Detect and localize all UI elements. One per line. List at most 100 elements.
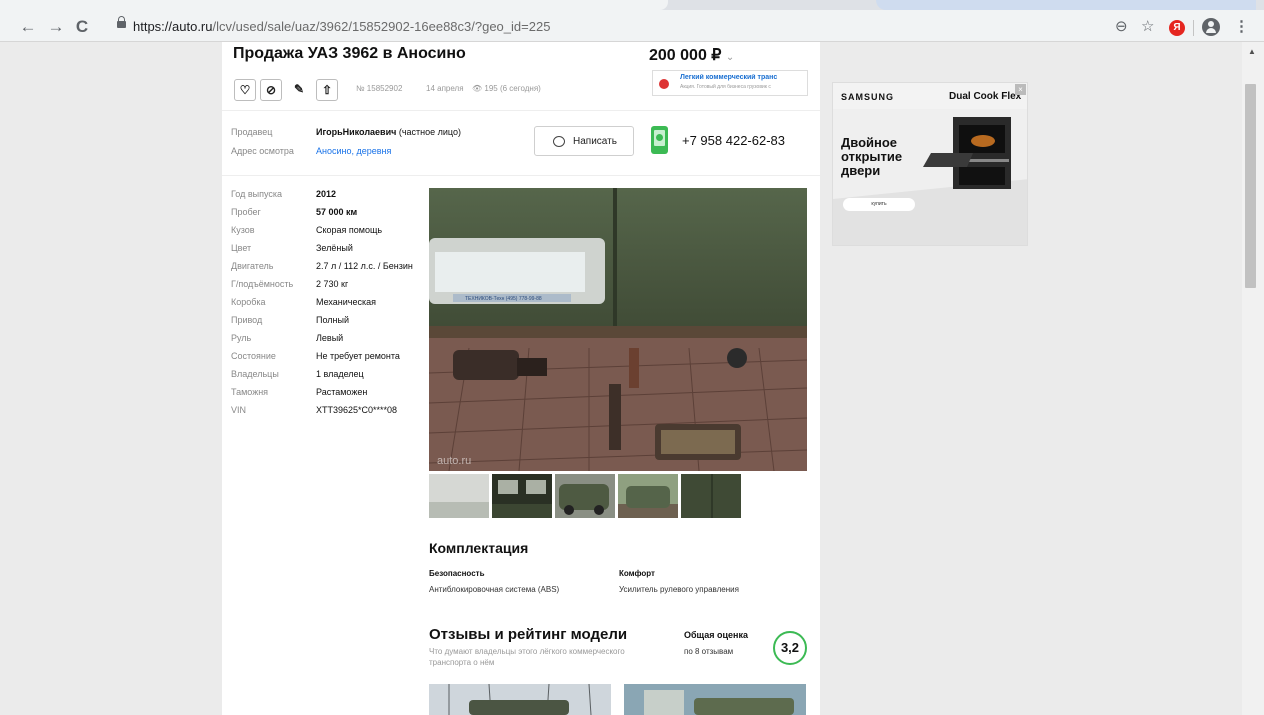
spec-label: Состояние [231, 351, 276, 361]
spec-label: Владельцы [231, 369, 279, 379]
spec-label: Таможня [231, 387, 269, 397]
samsung-ad[interactable]: SAMSUNG Dual Cook Flex × Двойное открыти… [832, 82, 1028, 246]
rating-score-badge: 3,2 [773, 631, 807, 665]
profile-avatar-icon[interactable] [1202, 18, 1220, 36]
equipment-group-title: Безопасность [429, 569, 485, 578]
spec-label: Коробка [231, 297, 266, 307]
ad-pitch: Двойное открытие двери [841, 135, 903, 178]
seller-name-text: ИгорьНиколаевич [316, 127, 397, 137]
write-button-label: Написать [573, 136, 617, 147]
main-photo[interactable]: ТЕХНИКОВ-Техн (495) 778-99-88 auto.ru [429, 188, 807, 471]
price-value: 200 000 ₽ [649, 47, 722, 64]
listing-number: № 15852902 [356, 84, 403, 93]
thumbnail[interactable] [429, 474, 489, 518]
seller-type: (частное лицо) [396, 127, 461, 137]
spec-value: XTT39625*C0****08 [316, 405, 398, 415]
tab-strip [0, 0, 1264, 10]
forward-icon[interactable]: → [46, 17, 66, 37]
equipment-heading: Комплектация [429, 540, 529, 556]
overall-rating-label: Общая оценка [684, 630, 749, 640]
browser-menu-icon[interactable]: ⋮ [1234, 18, 1249, 36]
spec-value: Скорая помощь [316, 225, 383, 235]
spec-value: Полный [316, 315, 349, 325]
note-button[interactable]: ✎ [288, 79, 310, 101]
address-bar[interactable]: https://auto.ru/lcv/used/sale/uaz/3962/1… [101, 16, 1141, 38]
spec-label: Цвет [231, 243, 252, 253]
inactive-tab[interactable] [876, 0, 1256, 10]
ad-product: Dual Cook Flex [949, 91, 1022, 102]
divider [222, 110, 820, 111]
seller-name: ИгорьНиколаевич (частное лицо) [316, 127, 461, 137]
photo-watermark: auto.ru [437, 455, 471, 467]
address-label: Адрес осмотра [231, 146, 294, 156]
browser-toolbar: ← → C https://auto.ru/lcv/used/sale/uaz/… [0, 0, 1264, 42]
write-message-button[interactable]: Написать [534, 126, 634, 156]
spec-value: Растаможен [316, 387, 368, 397]
views-text: 195 (6 сегодня) [484, 84, 541, 93]
divider [222, 175, 820, 176]
url-host: https://auto.ru [133, 19, 213, 34]
equipment-item: Усилитель рулевого управления [619, 585, 739, 594]
plate-text: ТЕХНИКОВ-Техн (495) 778-99-88 [465, 296, 542, 302]
chevron-down-icon: ⌄ [725, 52, 735, 63]
spec-label: Г/подъёмность [231, 279, 294, 289]
promo-text: Акция. Готовый для бизнеса грузовик с [680, 84, 771, 90]
spec-label: Двигатель [231, 261, 274, 271]
thumbnail[interactable] [618, 474, 678, 518]
vertical-scrollbar[interactable]: ▲ [1242, 42, 1264, 715]
share-button[interactable]: ⇧ [316, 79, 338, 101]
spec-value: Левый [316, 333, 344, 343]
bookmark-star-icon[interactable]: ☆ [1141, 18, 1154, 36]
page-viewport: Продажа УАЗ 3962 в Аносино 200 000 ₽ ⌄ ♡… [0, 42, 1242, 715]
reviews-subtitle-2: транспорта о нём [429, 658, 495, 667]
spec-value: 1 владелец [316, 369, 364, 379]
listing-card: Продажа УАЗ 3962 в Аносино 200 000 ₽ ⌄ ♡… [222, 42, 820, 715]
ad-buy-button[interactable]: купить [843, 198, 915, 211]
listing-title: Продажа УАЗ 3962 в Аносино [233, 45, 466, 62]
spec-label: Руль [231, 333, 252, 343]
spec-label: Год выпуска [231, 189, 282, 199]
spec-value: Зелёный [316, 243, 353, 253]
seller-phone[interactable]: +7 958 422-62-83 [682, 133, 785, 148]
review-photo[interactable] [624, 684, 806, 715]
spec-value: 2.7 л / 112 л.с. / Бензин [316, 261, 413, 271]
eye-icon: 👁 [472, 84, 483, 93]
active-tab[interactable] [0, 0, 668, 10]
listing-price[interactable]: 200 000 ₽ ⌄ [649, 45, 734, 65]
chat-bubble-icon [553, 136, 565, 147]
url-text[interactable]: https://auto.ru/lcv/used/sale/uaz/3962/1… [133, 19, 550, 34]
ad-brand: SAMSUNG [841, 92, 895, 102]
seller-label: Продавец [231, 127, 273, 137]
promo-icon [659, 79, 669, 89]
thumbnail[interactable] [681, 474, 741, 518]
thumbnail[interactable] [492, 474, 552, 518]
spec-value: 57 000 км [316, 207, 358, 217]
zoom-icon[interactable]: ⊖ [1115, 18, 1128, 36]
spec-value: 2012 [316, 189, 337, 199]
review-photo[interactable] [429, 684, 611, 715]
scrollbar-thumb[interactable] [1245, 84, 1256, 288]
address-link[interactable]: Аносино, деревня [316, 146, 391, 156]
spec-label: Привод [231, 315, 263, 325]
promo-title: Легкий коммерческий транс [680, 74, 778, 81]
yandex-extension-icon[interactable]: Я [1169, 20, 1185, 36]
spec-label: VIN [231, 405, 247, 415]
equipment-group-title: Комфорт [619, 569, 655, 578]
url-path: /lcv/used/sale/uaz/3962/15852902-16ee88c… [212, 19, 551, 34]
equipment-item: Антиблокировочная система (ABS) [429, 585, 560, 594]
reviews-count-link[interactable]: по 8 отзывам [684, 647, 733, 656]
close-icon[interactable]: × [1015, 84, 1026, 95]
back-icon[interactable]: ← [18, 17, 38, 37]
thumbnail[interactable] [555, 474, 615, 518]
scroll-up-icon[interactable]: ▲ [1248, 47, 1256, 56]
phone-icon [651, 126, 668, 154]
reload-icon[interactable]: C [72, 17, 92, 37]
spec-value: 2 730 кг [316, 279, 349, 289]
spec-value: Не требует ремонта [316, 351, 400, 361]
views-counter: 👁 195 (6 сегодня) [472, 84, 541, 93]
lock-icon [117, 16, 126, 28]
promo-banner[interactable]: Легкий коммерческий транс Акция. Готовый… [652, 70, 808, 96]
spec-label: Пробег [231, 207, 261, 217]
favorite-heart-button[interactable]: ♡ [234, 79, 256, 101]
block-button[interactable]: ⊘ [260, 79, 282, 101]
